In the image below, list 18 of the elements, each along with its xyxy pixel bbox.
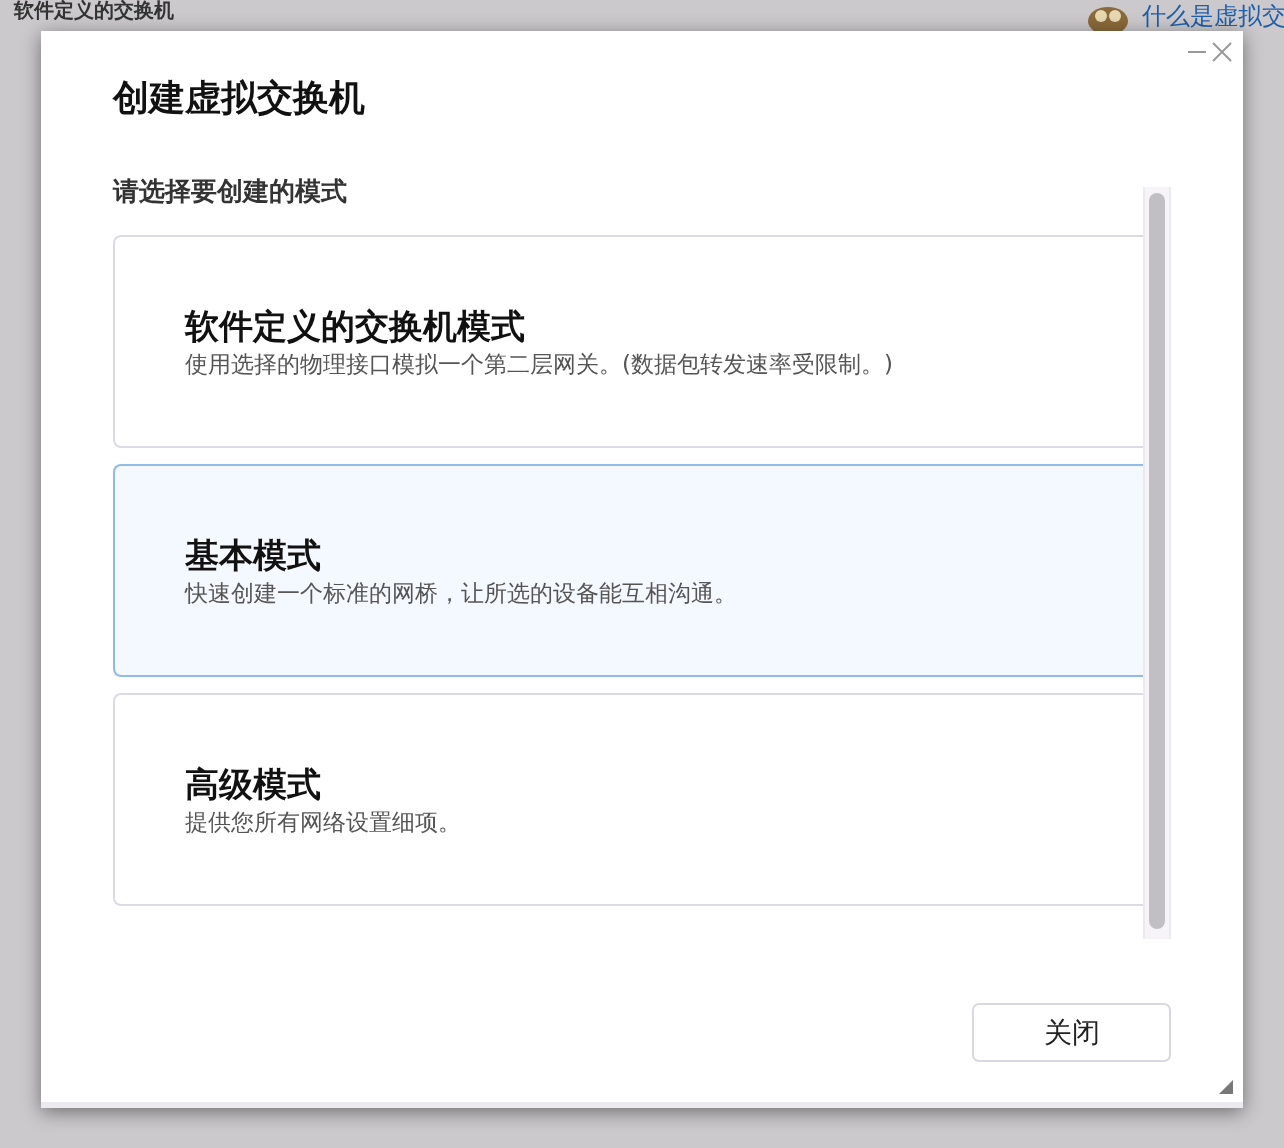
close-button[interactable]: 关闭 — [972, 1003, 1171, 1062]
resize-grip-icon[interactable] — [1217, 1078, 1233, 1094]
scrollbar[interactable] — [1143, 187, 1171, 939]
mode-description: 使用选择的物理接口模拟一个第二层网关。(数据包转发速率受限制。) — [185, 349, 894, 379]
mode-description: 提供您所有网络设置细项。 — [185, 807, 462, 837]
mode-card[interactable]: 高级模式 提供您所有网络设置细项。 — [113, 693, 1143, 906]
close-icon[interactable] — [1211, 41, 1233, 63]
help-link[interactable]: 什么是虚拟交 — [1142, 1, 1284, 31]
scrollbar-thumb[interactable] — [1149, 193, 1165, 929]
mode-prompt: 请选择要创建的模式 — [111, 175, 348, 208]
mode-card[interactable]: 软件定义的交换机模式 使用选择的物理接口模拟一个第二层网关。(数据包转发速率受限制。) — [113, 235, 1143, 448]
mode-description: 快速创建一个标准的网桥，让所选的设备能互相沟通。 — [185, 578, 738, 608]
mode-card[interactable]: 基本模式 快速创建一个标准的网桥，让所选的设备能互相沟通。 — [113, 464, 1143, 677]
page-title: 软件定义的交换机 — [14, 0, 174, 20]
mode-title: 软件定义的交换机模式 — [185, 304, 526, 348]
dialog-title: 创建虚拟交换机 — [113, 76, 365, 120]
mode-title: 基本模式 — [185, 533, 322, 577]
mode-title: 高级模式 — [185, 762, 322, 806]
